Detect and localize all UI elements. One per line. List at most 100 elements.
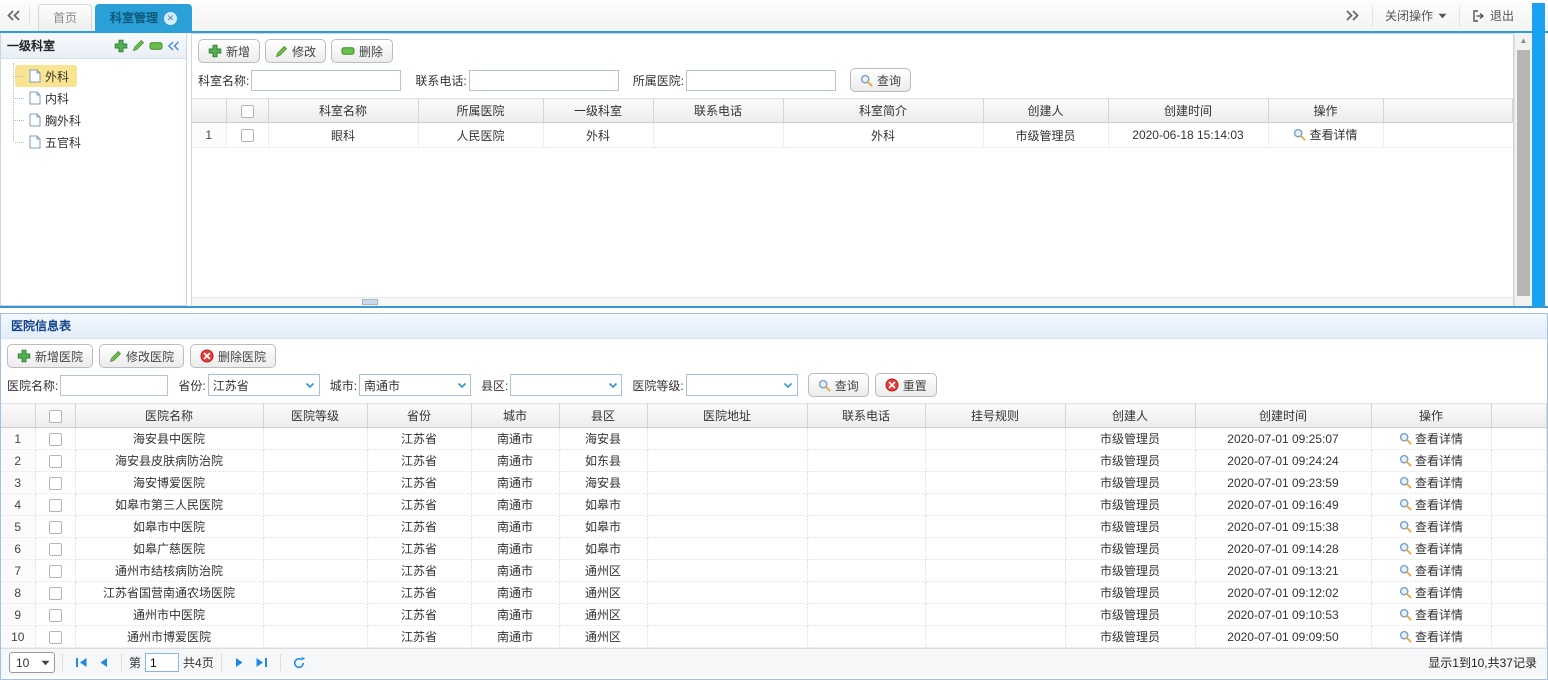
view-detail-link[interactable]: 查看详情 — [1399, 562, 1463, 579]
column-header[interactable]: 创建时间 — [1195, 404, 1371, 428]
hospital-name-input[interactable] — [60, 375, 168, 396]
column-header[interactable]: 创建人 — [983, 99, 1108, 123]
table-row[interactable]: 2海安县皮肤病防治院江苏省南通市如东县市级管理员2020-07-01 09:24… — [1, 450, 1547, 472]
table-row[interactable]: 6如皋广慈医院江苏省南通市如皋市市级管理员2020-07-01 09:14:28… — [1, 538, 1547, 560]
column-header[interactable]: 挂号规则 — [925, 404, 1065, 428]
column-header[interactable]: 创建时间 — [1108, 99, 1268, 123]
vertical-scrollbar-thumb[interactable] — [1517, 50, 1530, 296]
delete-button[interactable]: 删除 — [331, 39, 393, 63]
tree-item[interactable]: 外科 — [15, 65, 77, 87]
prev-page-button[interactable] — [92, 653, 114, 673]
row-checkbox[interactable] — [49, 477, 62, 490]
scroll-tabs-right-icon[interactable] — [1333, 6, 1372, 26]
scroll-tabs-left-icon[interactable] — [6, 6, 30, 26]
column-header[interactable]: 联系电话 — [653, 99, 783, 123]
tab-home[interactable]: 首页 — [38, 4, 92, 31]
row-checkbox[interactable] — [49, 609, 62, 622]
tab-department-management[interactable]: 科室管理 ✕ — [95, 4, 192, 31]
table-row[interactable]: 1海安县中医院江苏省南通市海安县市级管理员2020-07-01 09:25:07… — [1, 428, 1547, 450]
tree-add-icon[interactable] — [114, 39, 128, 53]
scrollbar-up-arrow[interactable]: ▲ — [1515, 36, 1532, 46]
logout-button[interactable]: 退出 — [1459, 6, 1526, 26]
row-checkbox[interactable] — [49, 499, 62, 512]
tree-item[interactable]: 五官科 — [15, 131, 89, 153]
dept-phone-input[interactable] — [469, 70, 619, 91]
view-detail-link[interactable]: 查看详情 — [1399, 606, 1463, 623]
view-detail-link[interactable]: 查看详情 — [1399, 496, 1463, 513]
column-header[interactable]: 医院名称 — [75, 404, 263, 428]
collapse-panel-icon[interactable] — [167, 41, 180, 51]
county-select[interactable] — [510, 374, 622, 396]
column-header[interactable]: 一级科室 — [543, 99, 653, 123]
add-button[interactable]: 新增 — [198, 39, 260, 63]
tree-edit-icon[interactable] — [132, 39, 145, 52]
column-header[interactable]: 创建人 — [1065, 404, 1195, 428]
close-tab-icon[interactable]: ✕ — [164, 12, 177, 25]
table-row[interactable]: 10通州市博爱医院江苏省南通市通州区市级管理员2020-07-01 09:09:… — [1, 626, 1547, 648]
table-row[interactable]: 4如皋市第三人民医院江苏省南通市如皋市市级管理员2020-07-01 09:16… — [1, 494, 1547, 516]
column-header[interactable]: 县区 — [559, 404, 647, 428]
close-operations-dropdown[interactable]: 关闭操作 — [1372, 6, 1459, 26]
row-checkbox[interactable] — [49, 631, 62, 644]
view-detail-link[interactable]: 查看详情 — [1399, 452, 1463, 469]
next-page-button[interactable] — [229, 653, 251, 673]
column-header[interactable]: 医院地址 — [647, 404, 807, 428]
tree-delete-icon[interactable] — [149, 41, 163, 51]
view-detail-link[interactable]: 查看详情 — [1399, 430, 1463, 447]
row-checkbox[interactable] — [241, 129, 254, 142]
column-header[interactable]: 科室简介 — [783, 99, 983, 123]
add-hospital-button[interactable]: 新增医院 — [7, 344, 93, 368]
pager-separator — [280, 654, 281, 671]
dept-query-button[interactable]: 查询 — [850, 68, 911, 92]
select-all-checkbox[interactable] — [241, 105, 254, 118]
table-row[interactable]: 5如皋市中医院江苏省南通市如皋市市级管理员2020-07-01 09:15:38… — [1, 516, 1547, 538]
first-page-button[interactable] — [70, 653, 92, 673]
view-detail-link[interactable]: 查看详情 — [1399, 474, 1463, 491]
table-row[interactable]: 1眼科人民医院外科外科市级管理员2020-06-18 15:14:03查看详情 — [192, 123, 1513, 148]
column-header[interactable]: 医院等级 — [263, 404, 367, 428]
city-select[interactable]: 南通市 — [359, 374, 471, 396]
table-row[interactable]: 3海安博爱医院江苏省南通市海安县市级管理员2020-07-01 09:23:59… — [1, 472, 1547, 494]
page-size-select[interactable]: 10 — [9, 652, 55, 673]
row-checkbox[interactable] — [49, 587, 62, 600]
column-header[interactable]: 省份 — [367, 404, 471, 428]
row-checkbox[interactable] — [49, 521, 62, 534]
view-detail-link[interactable]: 查看详情 — [1399, 584, 1463, 601]
delete-hospital-button[interactable]: 删除医院 — [190, 344, 276, 368]
page-scrollbar[interactable] — [1532, 3, 1545, 306]
column-header[interactable]: 科室名称 — [268, 99, 418, 123]
view-detail-link[interactable]: 查看详情 — [1399, 518, 1463, 535]
edit-hospital-button[interactable]: 修改医院 — [99, 344, 184, 368]
tree-item[interactable]: 胸外科 — [15, 109, 89, 131]
column-header[interactable]: 操作 — [1371, 404, 1491, 428]
table-row[interactable]: 7通州市结核病防治院江苏省南通市通州区市级管理员2020-07-01 09:13… — [1, 560, 1547, 582]
tree-item[interactable]: 内科 — [15, 87, 77, 109]
row-checkbox[interactable] — [49, 543, 62, 556]
view-detail-link[interactable]: 查看详情 — [1293, 126, 1357, 143]
refresh-button[interactable] — [288, 653, 310, 673]
table-row[interactable]: 9通州市中医院江苏省南通市通州区市级管理员2020-07-01 09:10:53… — [1, 604, 1547, 626]
column-header[interactable]: 操作 — [1268, 99, 1383, 123]
column-header[interactable]: 所属医院 — [418, 99, 543, 123]
column-header[interactable]: 城市 — [471, 404, 559, 428]
column-header[interactable]: 联系电话 — [807, 404, 925, 428]
dept-hospital-input[interactable] — [686, 70, 836, 91]
edit-button[interactable]: 修改 — [265, 39, 326, 63]
dept-name-input[interactable] — [251, 70, 401, 91]
select-all-checkbox[interactable] — [49, 410, 62, 423]
document-icon — [29, 113, 41, 127]
hospital-query-button[interactable]: 查询 — [808, 373, 869, 397]
horizontal-scrollbar-thumb[interactable] — [362, 299, 378, 305]
row-checkbox[interactable] — [49, 455, 62, 468]
row-checkbox[interactable] — [49, 433, 62, 446]
last-page-button[interactable] — [251, 653, 273, 673]
hospital-reset-button[interactable]: 重置 — [875, 373, 937, 397]
table-cell — [263, 560, 367, 582]
hospital-level-select[interactable] — [686, 374, 798, 396]
page-number-input[interactable] — [145, 653, 179, 672]
view-detail-link[interactable]: 查看详情 — [1399, 628, 1463, 645]
row-checkbox[interactable] — [49, 565, 62, 578]
province-select[interactable]: 江苏省 — [208, 374, 320, 396]
table-row[interactable]: 8江苏省国营南通农场医院江苏省南通市通州区市级管理员2020-07-01 09:… — [1, 582, 1547, 604]
view-detail-link[interactable]: 查看详情 — [1399, 540, 1463, 557]
